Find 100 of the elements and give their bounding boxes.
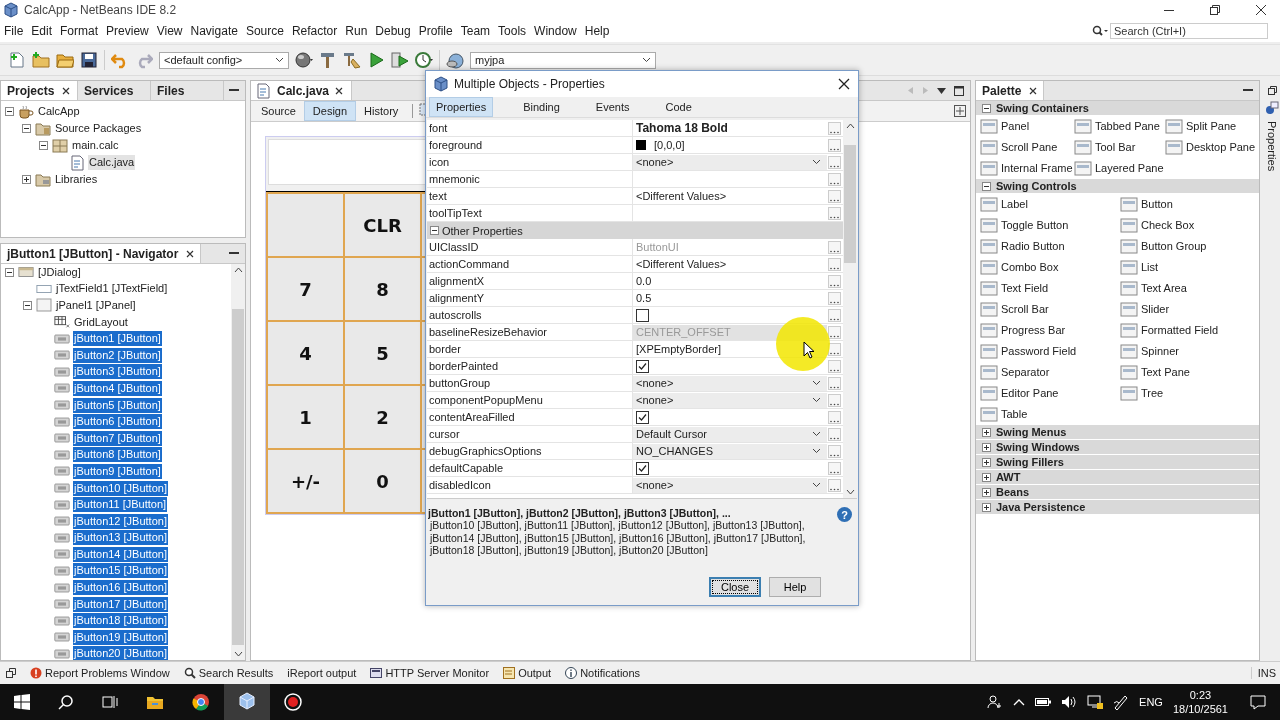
dialog-tab[interactable]: Binding bbox=[517, 97, 566, 117]
component-entry[interactable]: Text Pane bbox=[1141, 366, 1190, 378]
property-dropdown[interactable]: <none> bbox=[633, 477, 827, 493]
header-tab[interactable]: Projects bbox=[1, 81, 78, 100]
property-value[interactable]: Tahoma 18 Bold bbox=[636, 121, 728, 135]
help-icon[interactable]: ? bbox=[837, 507, 852, 522]
component-entry[interactable]: Editor Pane bbox=[1001, 387, 1059, 399]
scrollbar[interactable] bbox=[231, 264, 245, 660]
clock-time[interactable]: 0:23 bbox=[1189, 688, 1212, 702]
output-tab[interactable]: Output bbox=[518, 667, 552, 679]
folder-icon[interactable] bbox=[146, 694, 164, 710]
more-button[interactable] bbox=[828, 444, 841, 458]
calculator-key[interactable]: 1 bbox=[268, 386, 343, 448]
expand-toggle-icon[interactable] bbox=[982, 427, 991, 437]
node-label[interactable]: jButton6 [JButton] bbox=[73, 414, 162, 430]
more-button[interactable] bbox=[828, 155, 841, 169]
node-label[interactable]: jButton5 [JButton] bbox=[73, 397, 162, 413]
menu-item[interactable]: Navigate bbox=[186, 24, 242, 38]
component-entry[interactable]: Spinner bbox=[1141, 345, 1179, 357]
checkbox[interactable] bbox=[636, 410, 649, 424]
menu-item[interactable]: Refactor bbox=[287, 24, 342, 38]
align-icon[interactable] bbox=[954, 105, 966, 117]
collapse-toggle-icon[interactable] bbox=[22, 124, 31, 133]
restore-icon[interactable] bbox=[1210, 5, 1220, 15]
component-entry[interactable]: Scroll Bar bbox=[1001, 303, 1049, 315]
header-tab[interactable]: Palette bbox=[976, 81, 1045, 100]
more-button[interactable] bbox=[828, 189, 841, 203]
node-label[interactable]: CalcApp bbox=[37, 104, 81, 119]
more-button[interactable] bbox=[828, 461, 841, 475]
output-tab[interactable]: iReport output bbox=[287, 667, 357, 679]
menu-item[interactable]: Source bbox=[241, 24, 288, 38]
scroll-down-icon[interactable] bbox=[233, 651, 243, 657]
node-label[interactable]: jButton3 [JButton] bbox=[73, 364, 162, 380]
profile-icon[interactable] bbox=[415, 51, 433, 69]
view-tab[interactable]: Design bbox=[303, 101, 357, 121]
pen-icon[interactable] bbox=[1113, 694, 1130, 710]
dialog-tab[interactable]: Properties bbox=[429, 97, 494, 117]
node-label[interactable]: jTextField1 [JTextField] bbox=[55, 281, 169, 297]
dropdown-icon[interactable] bbox=[937, 87, 946, 94]
node-label[interactable]: jButton17 [JButton] bbox=[73, 596, 168, 612]
collapse-toggle-icon[interactable] bbox=[982, 181, 991, 191]
save-icon[interactable] bbox=[80, 51, 98, 69]
node-label[interactable]: jButton9 [JButton] bbox=[73, 463, 162, 479]
component-entry[interactable]: Text Field bbox=[1001, 282, 1049, 294]
component-entry[interactable]: Label bbox=[1001, 198, 1028, 210]
scroll-down-icon[interactable] bbox=[845, 489, 855, 495]
more-button[interactable] bbox=[828, 257, 841, 271]
node-label[interactable]: jButton18 [JButton] bbox=[73, 613, 168, 629]
component-entry[interactable]: Password Field bbox=[1001, 345, 1077, 357]
close-icon[interactable] bbox=[1256, 5, 1266, 15]
clean-build-icon[interactable] bbox=[343, 51, 361, 69]
maximize-icon[interactable] bbox=[954, 85, 964, 96]
debug-icon[interactable] bbox=[391, 51, 409, 69]
checkbox[interactable] bbox=[636, 359, 649, 373]
more-button[interactable] bbox=[828, 478, 841, 492]
node-label[interactable]: Libraries bbox=[54, 172, 99, 187]
more-button[interactable] bbox=[828, 359, 841, 373]
node-label[interactable]: jButton1 [JButton] bbox=[73, 331, 162, 347]
component-entry[interactable]: Toggle Button bbox=[1001, 219, 1069, 231]
search-icon[interactable] bbox=[58, 694, 74, 710]
close-icon[interactable] bbox=[186, 249, 195, 258]
property-dropdown[interactable]: <none> bbox=[633, 375, 827, 391]
node-label[interactable]: jButton2 [JButton] bbox=[73, 347, 162, 363]
open-folder-icon[interactable] bbox=[56, 51, 74, 69]
close-icon[interactable] bbox=[62, 86, 71, 95]
node-label[interactable]: jButton16 [JButton] bbox=[73, 580, 168, 596]
menu-item[interactable]: View bbox=[152, 24, 187, 38]
editor-tab[interactable]: Calc.java bbox=[251, 81, 353, 100]
category-header[interactable]: Beans bbox=[976, 485, 1259, 500]
menu-item[interactable]: Run bbox=[341, 24, 372, 38]
component-entry[interactable]: List bbox=[1141, 261, 1159, 273]
collapse-toggle-icon[interactable] bbox=[5, 267, 14, 277]
menu-item[interactable]: Preview bbox=[102, 24, 153, 38]
collapse-toggle-icon[interactable] bbox=[5, 107, 14, 116]
calculator-key[interactable]: 2 bbox=[345, 386, 420, 448]
node-label[interactable]: main.calc bbox=[71, 138, 120, 153]
run-icon[interactable] bbox=[367, 51, 385, 69]
node-label[interactable]: jButton11 [JButton] bbox=[73, 497, 168, 513]
component-entry[interactable]: Radio Button bbox=[1001, 240, 1065, 252]
clock-date[interactable]: 18/10/2561 bbox=[1172, 702, 1228, 716]
task-view-icon[interactable] bbox=[102, 694, 118, 710]
calculator-key[interactable]: 8 bbox=[345, 258, 420, 320]
component-entry[interactable]: Button Group bbox=[1141, 240, 1207, 252]
expand-toggle-icon[interactable] bbox=[982, 472, 991, 482]
more-button[interactable] bbox=[828, 410, 841, 424]
expand-toggle-icon[interactable] bbox=[982, 457, 991, 467]
property-dropdown[interactable]: NO_CHANGES bbox=[633, 443, 827, 459]
component-entry[interactable]: Tree bbox=[1141, 387, 1164, 399]
node-label[interactable]: jButton10 [JButton] bbox=[73, 480, 168, 496]
more-button[interactable] bbox=[828, 325, 841, 339]
expand-toggle-icon[interactable] bbox=[982, 487, 991, 497]
header-tab[interactable]: Services bbox=[78, 81, 151, 100]
checkbox[interactable] bbox=[636, 308, 649, 322]
more-button[interactable] bbox=[828, 376, 841, 390]
project-dropdown[interactable]: myjpa bbox=[470, 51, 656, 69]
component-entry[interactable]: Progress Bar bbox=[1001, 324, 1066, 336]
node-label[interactable]: jButton8 [JButton] bbox=[73, 447, 162, 463]
collapse-toggle-icon[interactable] bbox=[982, 103, 991, 113]
network-icon[interactable] bbox=[1087, 694, 1104, 710]
menu-item[interactable]: Profile bbox=[414, 24, 457, 38]
